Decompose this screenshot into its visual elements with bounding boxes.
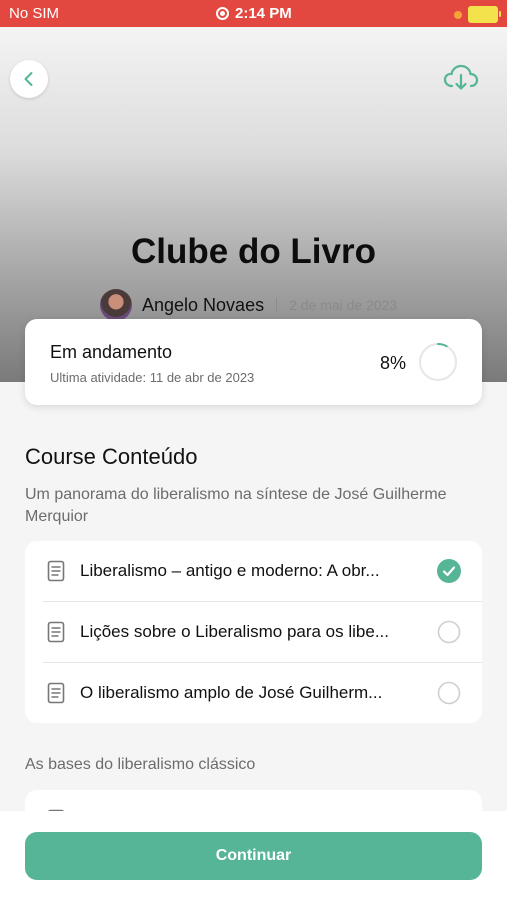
document-icon <box>47 682 65 704</box>
status-right <box>454 6 501 23</box>
divider <box>276 298 278 312</box>
last-activity: Ultima atividade: 11 de abr de 2023 <box>50 370 255 385</box>
time-label: 2:14 PM <box>235 5 292 22</box>
lesson-item[interactable]: Liberalismo – antigo e moderno: A obr... <box>25 541 482 601</box>
section-title: As bases do liberalismo clássico <box>25 756 256 773</box>
bottom-bar: Continuar <box>0 811 507 900</box>
battery-icon <box>468 6 501 23</box>
content-title: Course Conteúdo <box>25 444 198 469</box>
lesson-item[interactable]: O liberalismo amplo de José Guilherm... <box>25 663 482 723</box>
lesson-title: Liberalismo – antigo e moderno: A obr... <box>80 561 380 580</box>
author-row: Angelo Novaes 2 de mai de 2023 <box>100 289 397 321</box>
lesson-list: Liberalismo – antigo e moderno: A obr...… <box>25 541 482 723</box>
progress-status: Em andamento <box>50 342 173 362</box>
author-avatar <box>100 289 132 321</box>
continue-button[interactable]: Continuar <box>25 832 482 880</box>
lesson-item[interactable]: Lições sobre o Liberalismo para os libe.… <box>25 602 482 662</box>
empty-circle-icon[interactable] <box>437 681 461 705</box>
document-icon <box>47 560 65 582</box>
cloud-download-icon <box>443 64 479 90</box>
carrier-label: No SIM <box>9 5 60 22</box>
progress-percent: 8% <box>380 353 407 373</box>
back-button[interactable] <box>10 60 48 98</box>
orange-dot-icon <box>454 10 462 19</box>
course-title: Clube do Livro <box>131 232 376 271</box>
screen-record-icon <box>216 7 229 20</box>
progress-ring <box>419 343 457 381</box>
lesson-title: O liberalismo amplo de José Guilherm... <box>80 683 383 702</box>
author-name: Angelo Novaes <box>142 294 265 315</box>
course-date: 2 de mai de 2023 <box>289 297 398 313</box>
download-button[interactable] <box>443 63 479 93</box>
lesson-title: Lições sobre o Liberalismo para os libe.… <box>80 622 389 641</box>
check-circle-icon[interactable] <box>437 559 461 583</box>
chevron-left-icon <box>24 72 33 86</box>
document-icon <box>47 621 65 643</box>
empty-circle-icon[interactable] <box>437 620 461 644</box>
section-title: Um panorama do liberalismo na síntese de… <box>25 486 447 525</box>
progress-card: Em andamento Ultima atividade: 11 de abr… <box>25 319 482 405</box>
clock: 2:14 PM <box>216 5 292 22</box>
status-bar: No SIM 2:14 PM <box>0 0 507 27</box>
